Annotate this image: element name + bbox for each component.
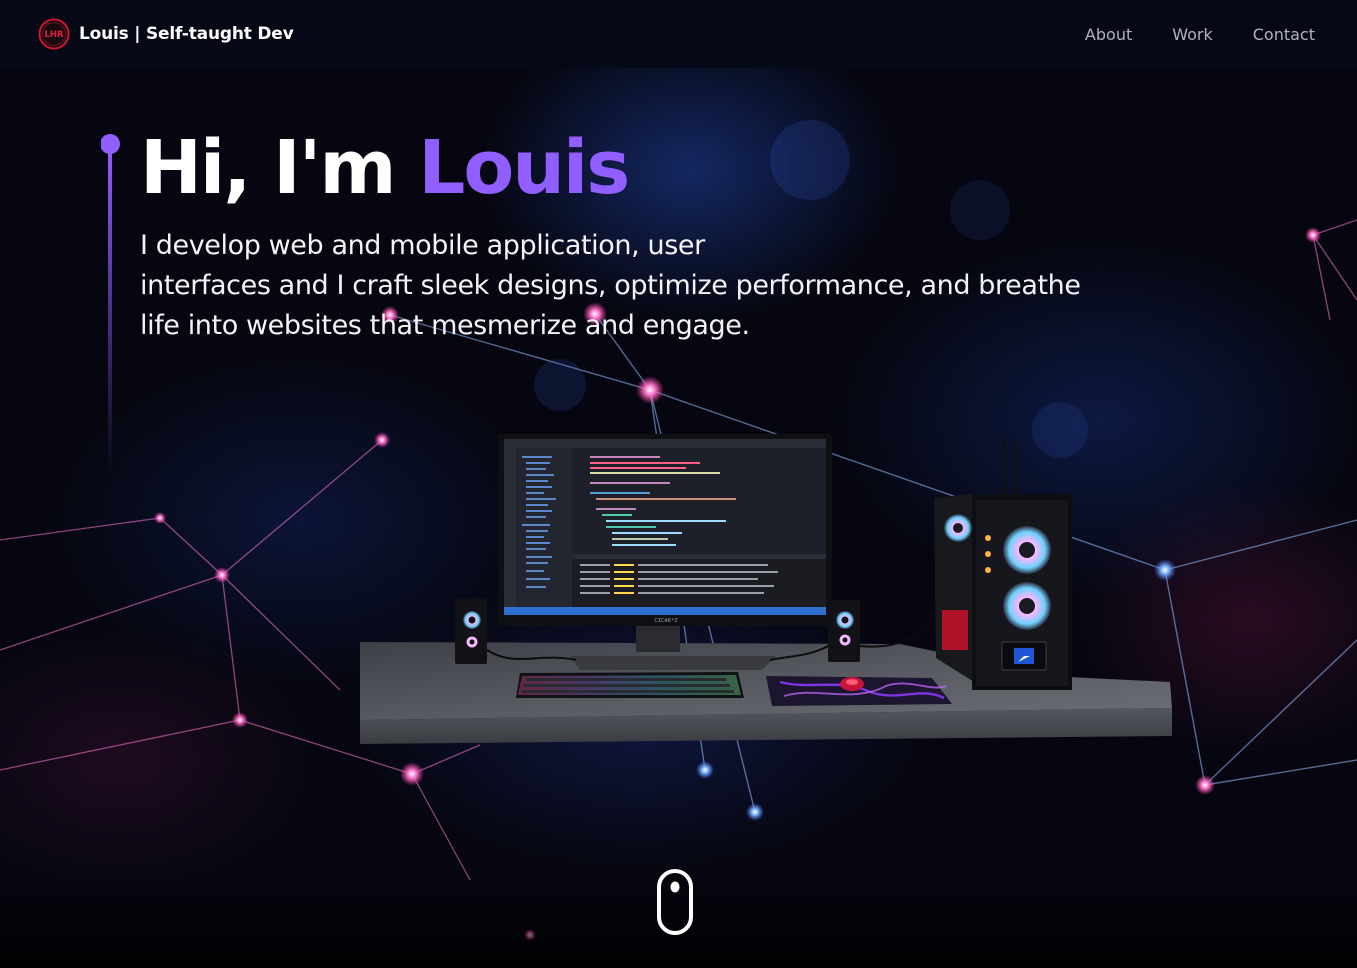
hero-section: LHR Louis | Self-taught Dev About Work C… bbox=[0, 0, 1357, 968]
lhr-logo-icon: LHR bbox=[38, 18, 70, 50]
hero-text: Hi, I'm Louis I develop web and mobile a… bbox=[140, 124, 1260, 346]
navbar: LHR Louis | Self-taught Dev About Work C… bbox=[0, 0, 1357, 68]
hero-greeting: Hi, I'm bbox=[140, 125, 419, 211]
nav-links: About Work Contact bbox=[1085, 25, 1315, 44]
nav-link-about[interactable]: About bbox=[1085, 25, 1132, 44]
desk-setup-3d-icon[interactable]: CICA6*Z bbox=[340, 420, 1200, 760]
mouse-scroll-icon[interactable] bbox=[656, 868, 694, 936]
monitor-brand-label: CICA6*Z bbox=[654, 618, 678, 624]
nav-link-contact[interactable]: Contact bbox=[1253, 25, 1315, 44]
hero-subtitle-line: interfaces and I craft sleek designs, op… bbox=[140, 270, 1081, 301]
hero-accent-line bbox=[101, 134, 120, 473]
nav-link-work[interactable]: Work bbox=[1172, 25, 1213, 44]
hero-subtitle-line: life into websites that mesmerize and en… bbox=[140, 310, 750, 341]
brand-home-link[interactable]: LHR Louis | Self-taught Dev bbox=[38, 18, 294, 50]
hero-name: Louis bbox=[418, 125, 630, 211]
hero-title: Hi, I'm Louis bbox=[140, 124, 1260, 212]
hero-subtitle-line: I develop web and mobile application, us… bbox=[140, 230, 705, 261]
svg-text:LHR: LHR bbox=[44, 30, 64, 40]
hero-subtitle: I develop web and mobile application, us… bbox=[140, 226, 1240, 346]
brand-name: Louis | Self-taught Dev bbox=[79, 24, 294, 44]
